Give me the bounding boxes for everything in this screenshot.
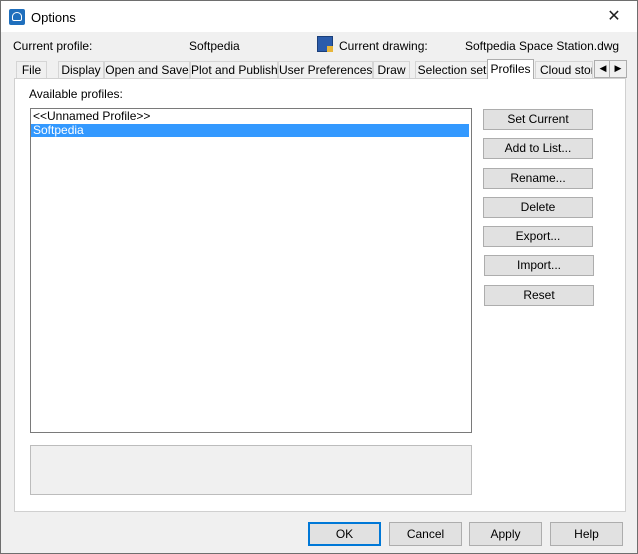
current-profile-label: Current profile:	[13, 39, 93, 53]
tab-user-preferences[interactable]: User Preferences	[278, 61, 373, 78]
profiles-listbox[interactable]: <<Unnamed Profile>> Softpedia	[30, 108, 472, 433]
delete-button[interactable]: Delete	[483, 197, 593, 218]
current-drawing-label: Current drawing:	[339, 39, 428, 53]
available-profiles-label: Available profiles:	[29, 87, 123, 101]
window-title: Options	[31, 10, 76, 25]
close-icon[interactable]: ✕	[591, 1, 637, 32]
cancel-button[interactable]: Cancel	[389, 522, 462, 546]
tab-draw[interactable]: Draw	[373, 61, 410, 78]
tab-scroll-right-icon[interactable]: ▶	[609, 60, 627, 78]
current-drawing-value: Softpedia Space Station.dwg	[465, 39, 620, 53]
tab-selection-set[interactable]: Selection set	[415, 61, 489, 78]
rename-button[interactable]: Rename...	[483, 168, 593, 189]
reset-button[interactable]: Reset	[484, 285, 594, 306]
title-bar: Options ✕	[1, 1, 637, 32]
profiles-panel: Available profiles: <<Unnamed Profile>> …	[14, 78, 626, 512]
tab-display[interactable]: Display	[58, 61, 104, 78]
autocad-app-icon	[9, 9, 25, 25]
ok-button[interactable]: OK	[308, 522, 381, 546]
export-button[interactable]: Export...	[483, 226, 593, 247]
current-profile-value: Softpedia	[189, 39, 240, 53]
set-current-button[interactable]: Set Current	[483, 109, 593, 130]
tab-open-and-save[interactable]: Open and Save	[104, 61, 190, 78]
add-to-list-button[interactable]: Add to List...	[483, 138, 593, 159]
import-button[interactable]: Import...	[484, 255, 594, 276]
tab-profiles[interactable]: Profiles	[487, 59, 534, 79]
profile-description-box	[30, 445, 472, 495]
tab-strip: File Display Open and Save Plot and Publ…	[1, 59, 637, 79]
list-item[interactable]: <<Unnamed Profile>>	[31, 110, 471, 123]
apply-button[interactable]: Apply	[469, 522, 542, 546]
tab-file[interactable]: File	[16, 61, 47, 78]
options-dialog: Options ✕ Current profile: Softpedia Cur…	[0, 0, 638, 554]
list-item[interactable]: Softpedia	[31, 124, 469, 137]
help-button[interactable]: Help	[550, 522, 623, 546]
tab-cloud-storage[interactable]: Cloud stora	[535, 61, 593, 78]
dwg-file-icon	[317, 36, 333, 52]
tab-plot-and-publish[interactable]: Plot and Publish	[190, 61, 278, 78]
